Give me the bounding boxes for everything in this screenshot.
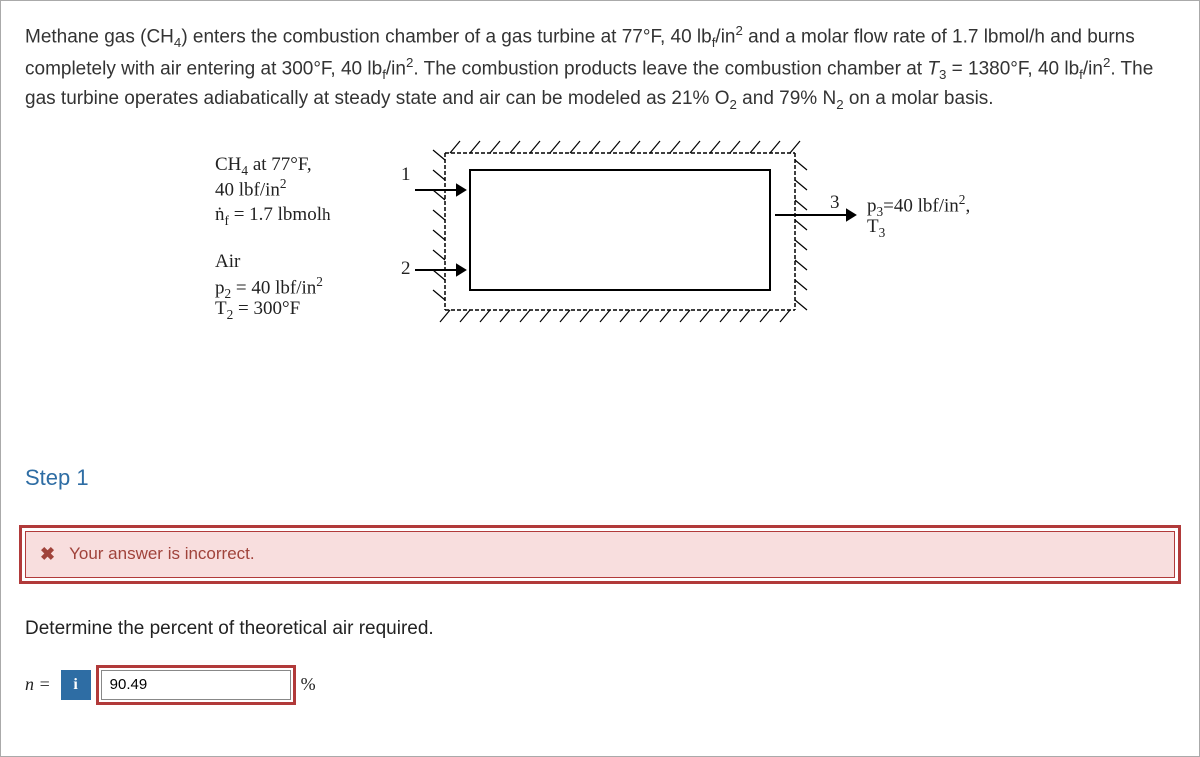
feedback-banner: ✖ Your answer is incorrect. bbox=[25, 531, 1175, 578]
stream1-line3: ṅf = 1.7 lbmolh bbox=[215, 203, 331, 229]
answer-variable: n = bbox=[25, 674, 51, 695]
question-text: Determine the percent of theoretical air… bbox=[25, 618, 1175, 640]
page-container: Methane gas (CH4) enters the combustion … bbox=[0, 0, 1200, 757]
problem-statement: Methane gas (CH4) enters the combustion … bbox=[25, 21, 1175, 115]
stream2-num: 2 bbox=[401, 257, 411, 282]
answer-row: n = i % bbox=[25, 670, 1175, 700]
step-title: Step 1 bbox=[25, 465, 1175, 491]
info-icon[interactable]: i bbox=[61, 670, 91, 700]
figure: CH4 at 77°F, 40 lbf/in2 ṅf = 1.7 lbmolh … bbox=[215, 145, 1175, 365]
stream1-num: 1 bbox=[401, 163, 411, 188]
feedback-text: Your answer is incorrect. bbox=[69, 544, 255, 564]
incorrect-icon: ✖ bbox=[40, 544, 55, 565]
answer-input[interactable] bbox=[101, 670, 291, 700]
stream2-line3: T2 = 300°F bbox=[215, 297, 300, 323]
answer-unit: % bbox=[301, 674, 316, 695]
stream1-line2: 40 lbf/in2 bbox=[215, 175, 287, 203]
combustor-diagram bbox=[415, 135, 1035, 335]
stream2-line1: Air bbox=[215, 250, 240, 275]
